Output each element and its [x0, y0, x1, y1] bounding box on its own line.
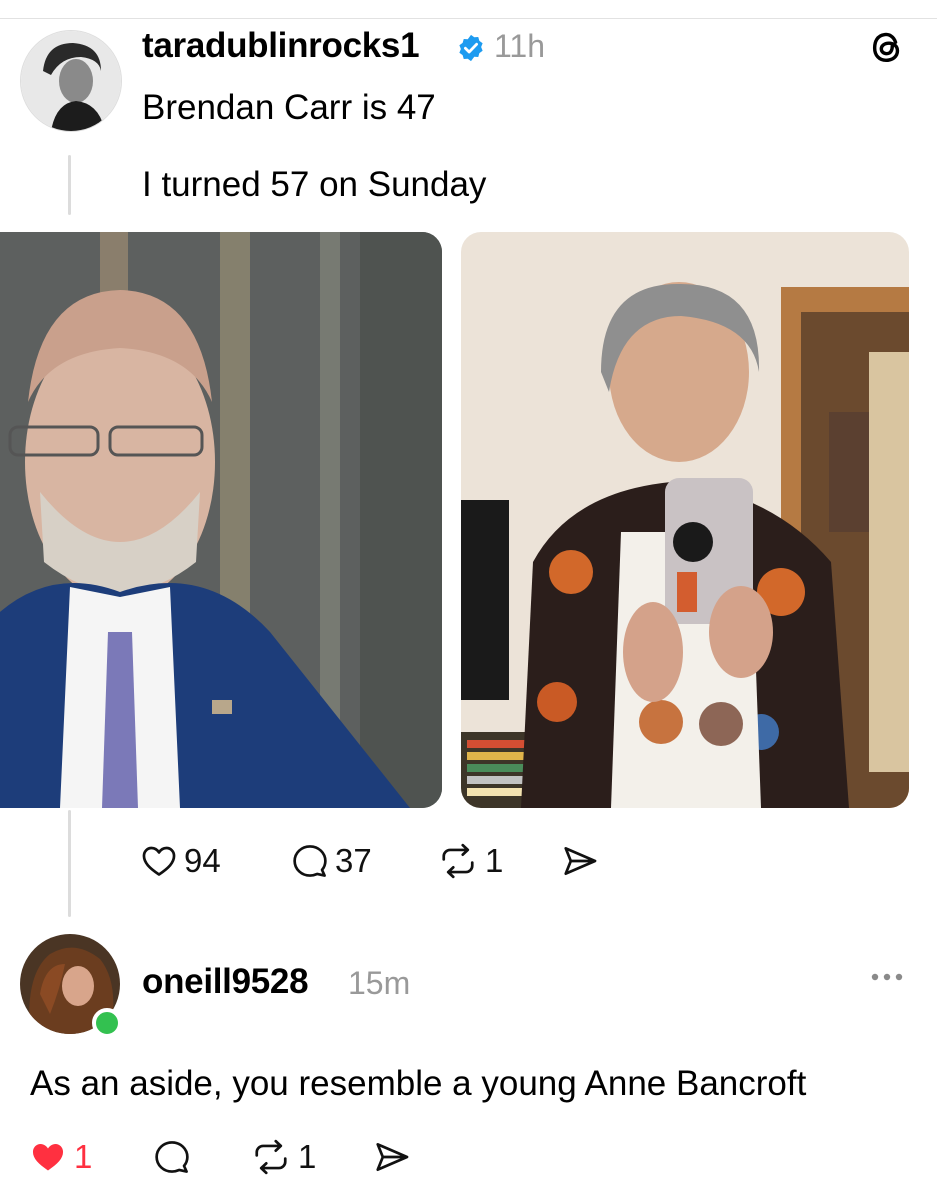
- reply-text: As an aside, you resemble a young Anne B…: [30, 1064, 807, 1103]
- reply-count: 37: [335, 842, 372, 879]
- post-image-1[interactable]: [0, 232, 442, 808]
- share-icon: [560, 842, 600, 880]
- reply-action[interactable]: 37: [291, 842, 372, 880]
- reply-like-action[interactable]: 1: [28, 1138, 92, 1176]
- repost-icon: [250, 1138, 292, 1176]
- share-icon: [372, 1138, 412, 1176]
- like-action[interactable]: 94: [140, 842, 221, 880]
- comment-icon: [152, 1138, 192, 1176]
- top-divider: [0, 18, 937, 19]
- post-text-line-2: I turned 57 on Sunday: [142, 165, 487, 204]
- comment-icon: [291, 842, 329, 880]
- post-timestamp: 11h: [494, 28, 546, 64]
- post-image-2[interactable]: [461, 232, 909, 808]
- threads-logo-icon[interactable]: [868, 28, 906, 71]
- heart-icon: [28, 1138, 68, 1176]
- reply-share-action[interactable]: [372, 1138, 412, 1176]
- reply-timestamp: 15m: [348, 965, 411, 1001]
- reply-comment-action[interactable]: [152, 1138, 192, 1176]
- more-options-icon[interactable]: [868, 970, 908, 989]
- online-status-indicator: [92, 1008, 122, 1038]
- post-author-avatar[interactable]: [20, 30, 122, 132]
- repost-icon: [437, 842, 479, 880]
- reply-repost-action[interactable]: 1: [250, 1138, 316, 1176]
- reply-username[interactable]: oneill9528: [142, 962, 309, 1002]
- thread-line: [68, 155, 71, 215]
- repost-action[interactable]: 1: [437, 842, 503, 880]
- repost-count: 1: [485, 842, 504, 879]
- post-username[interactable]: taradublinrocks1: [142, 26, 420, 66]
- post-text-line-1: Brendan Carr is 47: [142, 88, 436, 127]
- thread-line: [68, 810, 71, 917]
- share-action[interactable]: [560, 842, 600, 880]
- heart-icon: [140, 842, 178, 880]
- verified-badge-icon: [456, 33, 486, 68]
- like-count: 94: [184, 842, 221, 879]
- reply-like-count: 1: [74, 1138, 93, 1175]
- reply-repost-count: 1: [298, 1138, 317, 1175]
